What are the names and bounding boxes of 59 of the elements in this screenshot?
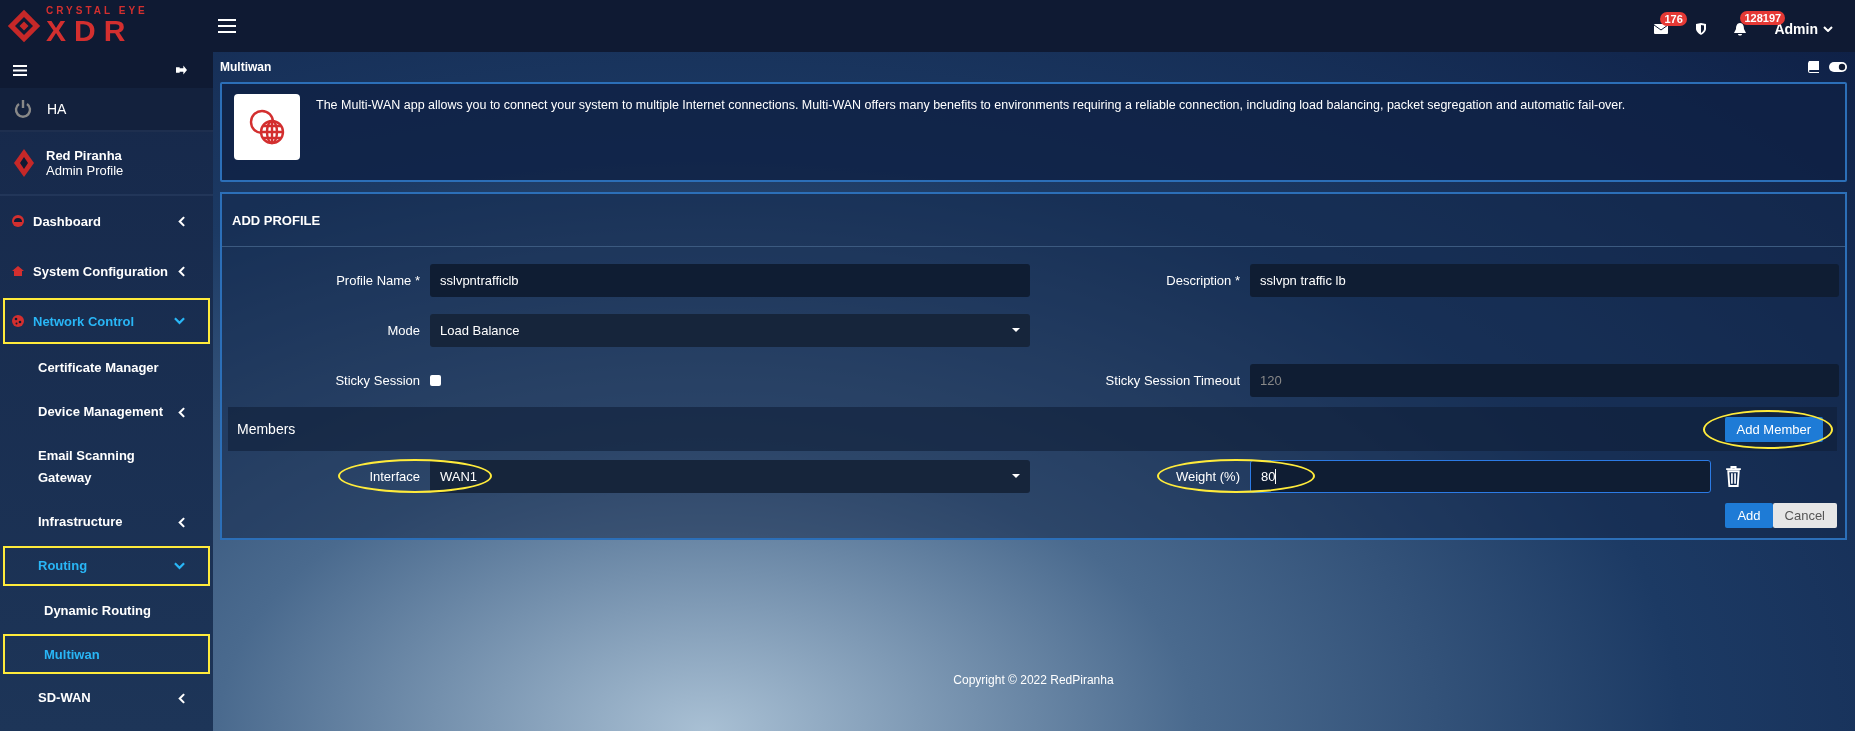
text-field[interactable]: 80 (1250, 459, 1711, 493)
sidebar-item[interactable]: Infrastructure (0, 500, 213, 544)
text-field[interactable]: sslvpntrafficlb (430, 263, 1030, 297)
sidebar-item[interactable]: Dashboard (0, 196, 213, 246)
field-label: Sticky Session Timeout (1104, 372, 1241, 388)
caret-icon (1012, 328, 1020, 332)
cancel-button[interactable]: Cancel (1772, 503, 1837, 528)
logo-icon (6, 8, 42, 44)
trash-icon[interactable] (1725, 465, 1742, 487)
select-field[interactable]: WAN1 (430, 459, 1030, 493)
profile-name: Red Piranha (46, 148, 123, 163)
house-icon (12, 266, 24, 276)
copyright-text: Copyright © 2022 RedPiranha (953, 673, 1114, 689)
chevron-down-icon (1823, 26, 1833, 32)
menu-icon[interactable] (218, 19, 236, 33)
field-label: Weight (%) (1174, 468, 1241, 484)
brand-tagline: CRYSTAL EYE (46, 6, 148, 16)
globe-icon (12, 315, 24, 327)
sidebar-item[interactable]: Multiwan (0, 632, 213, 676)
caret-icon (1012, 474, 1020, 478)
field-label: Mode (386, 322, 421, 338)
sidebar-item[interactable]: System Configuration (0, 246, 213, 296)
sidebar-item[interactable]: Device Management (0, 390, 213, 434)
field-label: Interface (368, 468, 421, 484)
menu-icon[interactable] (13, 64, 27, 76)
checkbox[interactable] (430, 374, 441, 386)
page-title: Multiwan (220, 60, 272, 74)
field-label: Sticky Session (334, 372, 421, 388)
sidebar-item[interactable]: Email Scanning Gateway (0, 434, 213, 500)
sign-out-icon[interactable] (176, 65, 187, 75)
section-title: Members (237, 421, 296, 437)
add-button[interactable]: Add (1725, 503, 1773, 528)
sidebar-item[interactable]: Dynamic Routing (0, 588, 213, 632)
notification-count-badge: 128197 (1740, 10, 1786, 25)
power-icon[interactable] (13, 99, 33, 119)
sidebar-item[interactable]: Routing (0, 544, 213, 588)
envelope-icon[interactable] (1654, 24, 1669, 34)
field-label: Description * (1165, 272, 1241, 288)
select-field[interactable]: Load Balance (430, 313, 1030, 347)
add-member-button[interactable]: Add Member (1724, 416, 1823, 442)
logo-icon (14, 149, 34, 177)
text-field[interactable]: sslvpn traffic lb (1250, 263, 1839, 297)
profile-role: Admin Profile (46, 163, 124, 178)
gauge-icon (12, 215, 24, 227)
app-description: The Multi-WAN app allows you to connect your system to multiple Internet connections. Multi-WAN offers many benefits to environments requiring a reliable connection, including load balancing, packet segregation and automatic fail-over. (316, 98, 1626, 114)
brand-name: XDR (46, 16, 135, 46)
sidebar-item[interactable]: SD-WAN (0, 676, 213, 720)
sidebar-item[interactable]: Certificate Manager (0, 346, 213, 390)
sidebar-item[interactable]: Network Control (0, 296, 213, 346)
mail-count-badge: 176 (1660, 12, 1687, 26)
field-label: Profile Name * (335, 272, 421, 288)
form-title: ADD PROFILE (232, 212, 321, 228)
toggle-icon[interactable] (1829, 62, 1847, 72)
text-field[interactable]: 120 (1250, 363, 1839, 397)
shield-icon[interactable] (1696, 23, 1707, 35)
ha-label: HA (47, 101, 67, 117)
bell-icon[interactable] (1734, 22, 1747, 36)
book-icon[interactable] (1807, 61, 1819, 73)
globe-icon (234, 94, 300, 160)
